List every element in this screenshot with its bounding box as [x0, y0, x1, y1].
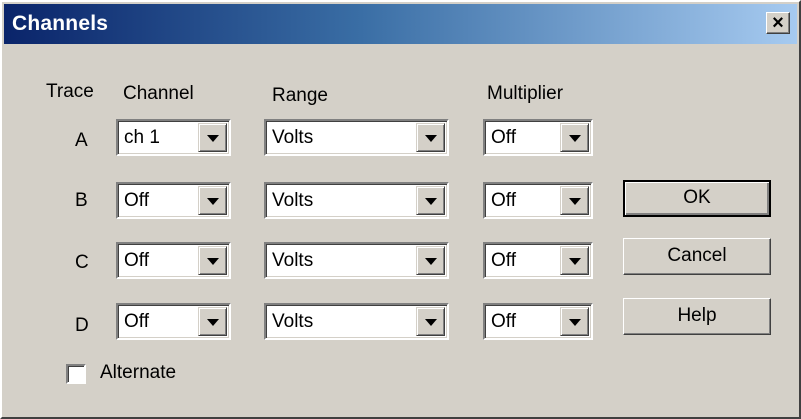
multiplier-dropdown-a[interactable]	[560, 123, 589, 152]
range-dropdown-c[interactable]	[416, 246, 445, 275]
range-select-c[interactable]: Volts	[264, 242, 449, 279]
chevron-down-icon	[425, 258, 437, 265]
title-bar[interactable]: Channels ×	[4, 4, 797, 44]
channel-value-b: Off	[124, 190, 149, 211]
channel-dropdown-a[interactable]	[198, 123, 227, 152]
range-dropdown-a[interactable]	[416, 123, 445, 152]
range-value-d: Volts	[272, 311, 314, 332]
channel-dropdown-d[interactable]	[198, 307, 227, 336]
multiplier-dropdown-b[interactable]	[560, 186, 589, 215]
multiplier-header: Multiplier	[487, 83, 564, 104]
alternate-checkbox[interactable]	[66, 364, 86, 384]
alternate-label[interactable]: Alternate	[100, 362, 176, 384]
channel-select-b[interactable]: Off	[116, 182, 231, 219]
trace-label-a: A	[75, 130, 88, 151]
trace-label-b: B	[75, 190, 88, 211]
channel-dropdown-b[interactable]	[198, 186, 227, 215]
chevron-down-icon	[207, 198, 219, 205]
multiplier-dropdown-d[interactable]	[560, 307, 589, 336]
ok-button[interactable]: OK	[623, 180, 771, 217]
range-dropdown-b[interactable]	[416, 186, 445, 215]
channel-select-d[interactable]: Off	[116, 303, 231, 340]
channel-value-d: Off	[124, 311, 149, 332]
chevron-down-icon	[207, 135, 219, 142]
close-button[interactable]: ×	[766, 12, 790, 34]
dialog-title: Channels	[12, 12, 109, 35]
range-value-c: Volts	[272, 250, 314, 271]
channel-header: Channel	[123, 83, 194, 104]
multiplier-value-c: Off	[491, 250, 516, 271]
channel-dropdown-c[interactable]	[198, 246, 227, 275]
range-dropdown-d[interactable]	[416, 307, 445, 336]
range-select-b[interactable]: Volts	[264, 182, 449, 219]
chevron-down-icon	[207, 258, 219, 265]
multiplier-dropdown-c[interactable]	[560, 246, 589, 275]
range-select-d[interactable]: Volts	[264, 303, 449, 340]
multiplier-select-c[interactable]: Off	[483, 242, 593, 279]
channel-value-c: Off	[124, 250, 149, 271]
multiplier-select-d[interactable]: Off	[483, 303, 593, 340]
chevron-down-icon	[207, 319, 219, 326]
channels-dialog: Channels × Trace Channel Range Multiplie…	[0, 0, 801, 419]
trace-header: Trace	[46, 81, 94, 102]
channel-value-a: ch 1	[124, 127, 160, 148]
range-value-b: Volts	[272, 190, 314, 211]
cancel-button[interactable]: Cancel	[623, 238, 771, 275]
chevron-down-icon	[425, 135, 437, 142]
multiplier-select-a[interactable]: Off	[483, 119, 593, 156]
multiplier-value-a: Off	[491, 127, 516, 148]
chevron-down-icon	[569, 319, 581, 326]
multiplier-value-b: Off	[491, 190, 516, 211]
trace-label-d: D	[75, 315, 89, 336]
multiplier-value-d: Off	[491, 311, 516, 332]
multiplier-select-b[interactable]: Off	[483, 182, 593, 219]
range-value-a: Volts	[272, 127, 314, 148]
range-header: Range	[272, 85, 328, 106]
close-icon: ×	[772, 12, 784, 34]
channel-select-a[interactable]: ch 1	[116, 119, 231, 156]
chevron-down-icon	[569, 198, 581, 205]
channel-select-c[interactable]: Off	[116, 242, 231, 279]
help-button[interactable]: Help	[623, 298, 771, 335]
trace-label-c: C	[75, 252, 89, 273]
range-select-a[interactable]: Volts	[264, 119, 449, 156]
chevron-down-icon	[425, 319, 437, 326]
chevron-down-icon	[569, 258, 581, 265]
chevron-down-icon	[569, 135, 581, 142]
chevron-down-icon	[425, 198, 437, 205]
